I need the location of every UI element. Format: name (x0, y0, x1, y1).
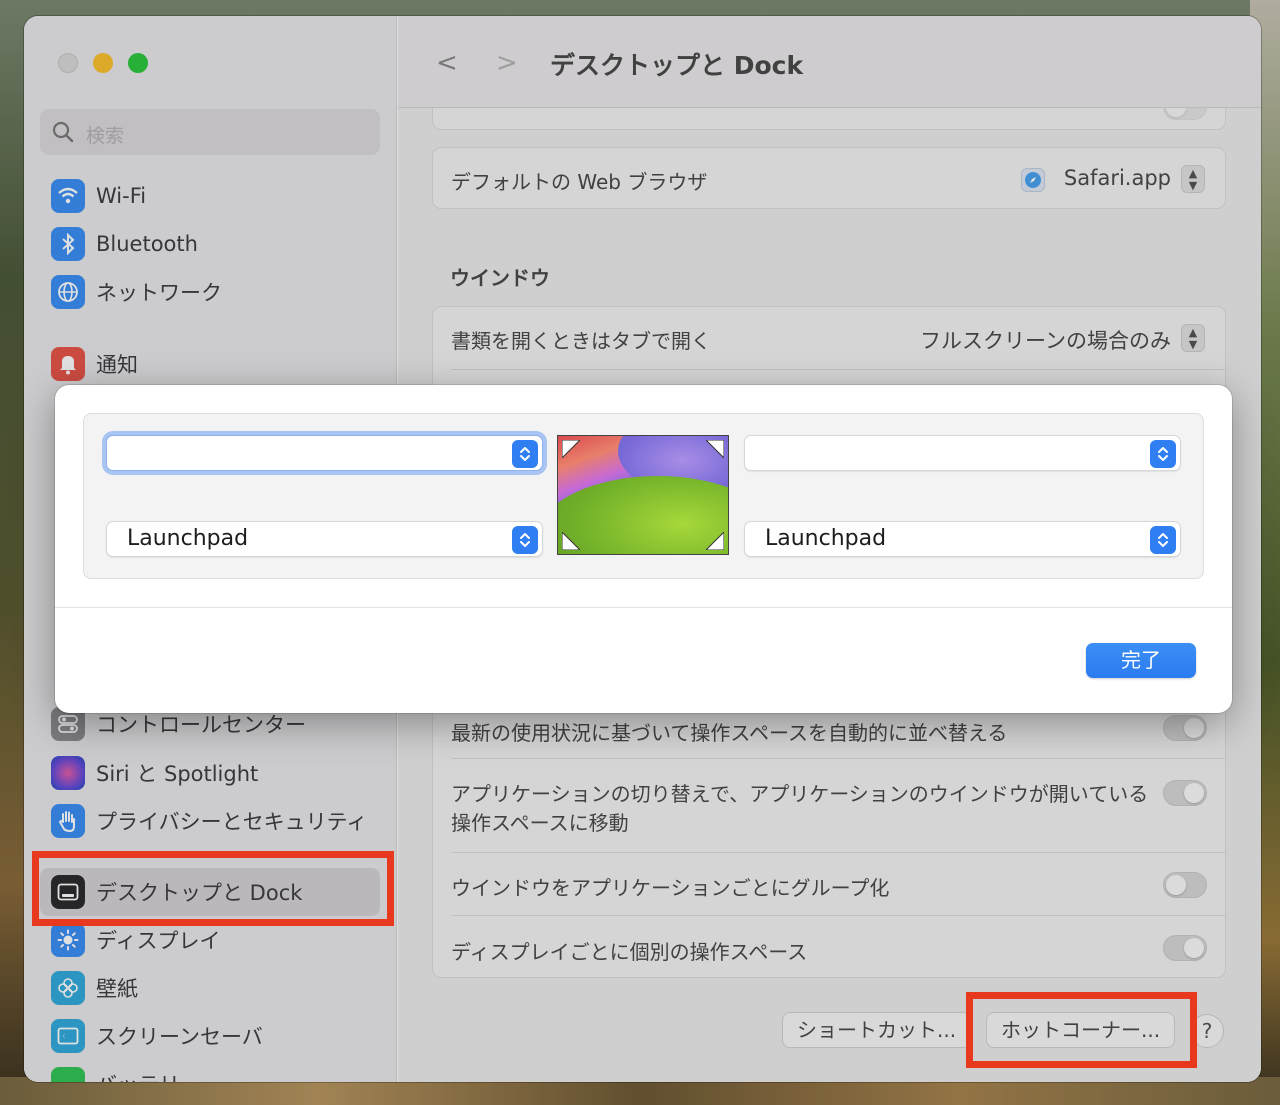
done-button[interactable]: 完了 (1086, 643, 1196, 678)
corner-marker-bottom-left-icon (562, 532, 580, 550)
corner-marker-top-left-icon (562, 440, 580, 458)
chevron-updown-icon (1150, 440, 1176, 468)
chevron-updown-icon (512, 440, 538, 468)
top-right-corner-select[interactable] (744, 435, 1181, 471)
corner-marker-bottom-right-icon (706, 532, 724, 550)
bottom-left-corner-select[interactable]: Launchpad (106, 521, 543, 557)
hot-corners-sheet: Launchpad Launchpad 完了 (55, 385, 1232, 713)
corner-marker-top-right-icon (706, 440, 724, 458)
bottom-right-corner-value: Launchpad (765, 526, 887, 551)
bottom-right-corner-select[interactable]: Launchpad (744, 521, 1181, 557)
chevron-updown-icon (1150, 526, 1176, 554)
dialog-separator (55, 607, 1232, 608)
chevron-updown-icon (512, 526, 538, 554)
bottom-left-corner-value: Launchpad (127, 526, 249, 551)
top-left-corner-select[interactable] (106, 435, 543, 471)
desktop-preview-image (557, 435, 729, 555)
